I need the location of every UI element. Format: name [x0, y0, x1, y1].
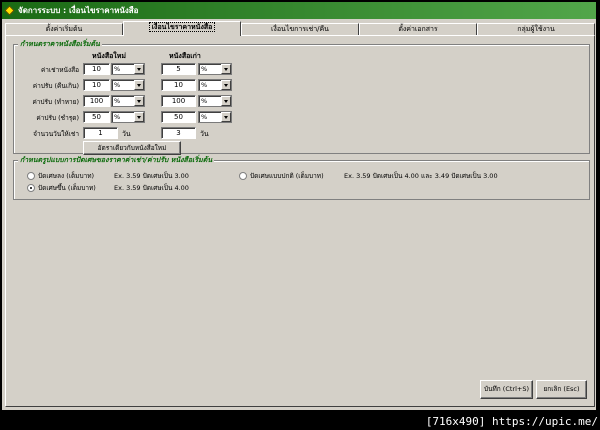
same-as-new-button[interactable]: อัตราเดียวกับหนังสือใหม่ [83, 141, 181, 155]
price-group: กำหนดราคาหนังสือเริ่มต้น หนังสือใหม่ หนั… [13, 39, 590, 155]
rent-old-unit-select[interactable]: % [198, 63, 232, 75]
tab-documents[interactable]: ตั้งค่าเอกสาร [359, 23, 477, 35]
app-diamond-icon [4, 5, 15, 16]
chevron-down-icon[interactable] [134, 80, 144, 90]
save-button[interactable]: บันทึก (Ctrl+S) [480, 380, 533, 399]
damage-fine-old-input[interactable]: 50 [161, 111, 196, 123]
round-down-example: Ex. 3.59 ปัดเศษเป็น 3.00 [114, 172, 189, 180]
rent-new-unit-select[interactable]: % [111, 63, 145, 75]
damage-fine-new-input[interactable]: 50 [83, 111, 110, 123]
tab-rent-return[interactable]: เงื่อนไขการเช่า/คืน [241, 23, 359, 35]
row-label-late-fine: ค่าปรับ (คืนเกิน) [32, 82, 79, 90]
chevron-down-icon[interactable] [221, 112, 231, 122]
late-fine-old-input[interactable]: 10 [161, 79, 196, 91]
chevron-down-icon[interactable] [221, 64, 231, 74]
round-up-example: Ex. 3.59 ปัดเศษเป็น 4.00 [114, 184, 189, 192]
rental-days-old-unit: วัน [200, 130, 209, 138]
row-label-lost-fine: ค่าปรับ (ทำหาย) [32, 98, 79, 106]
rent-old-input[interactable]: 5 [161, 63, 196, 75]
rounding-group-legend: กำหนดรูปแบบการปัดเศษของราคาค่าเช่า/ค่าปร… [18, 155, 215, 166]
row-label-damage-fine: ค่าปรับ (ชำรุด) [36, 114, 79, 122]
tab-user-groups[interactable]: กลุ่มผู้ใช้งาน [477, 23, 595, 35]
chevron-down-icon[interactable] [221, 80, 231, 90]
round-up-label[interactable]: ปัดเศษขึ้น (เต็มบาท) [38, 183, 96, 193]
round-normal-radio[interactable] [239, 172, 247, 180]
window-title: จัดการระบบ : เงื่อนไขราคาหนังสือ [18, 6, 139, 15]
lost-fine-old-input[interactable]: 100 [161, 95, 196, 107]
rent-new-input[interactable]: 10 [83, 63, 110, 75]
cancel-button[interactable]: ยกเลิก (Esc) [536, 380, 587, 399]
tab-defaults[interactable]: ตั้งค่าเริ่มต้น [5, 23, 123, 35]
late-fine-old-unit-select[interactable]: % [198, 79, 232, 91]
image-host-watermark: [716x490] https://upic.me/ [425, 415, 598, 428]
late-fine-new-unit-select[interactable]: % [111, 79, 145, 91]
lost-fine-new-unit-select[interactable]: % [111, 95, 145, 107]
round-normal-label[interactable]: ปัดเศษแบบปกติ (เต็มบาท) [250, 171, 324, 181]
price-group-legend: กำหนดราคาหนังสือเริ่มต้น [18, 39, 102, 50]
app-window: จัดการระบบ : เงื่อนไขราคาหนังสือ ตั้งค่า… [1, 1, 597, 411]
round-normal-example: Ex. 3.59 ปัดเศษเป็น 4.00 และ 3.49 ปัดเศษ… [344, 172, 498, 180]
row-label-rent: ค่าเช่าหนังสือ [40, 66, 79, 74]
tab-strip: ตั้งค่าเริ่มต้น เงื่อนไขราคาหนังสือ เงื่… [5, 21, 595, 36]
chevron-down-icon[interactable] [134, 112, 144, 122]
round-down-radio[interactable] [27, 172, 35, 180]
damage-fine-old-unit-select[interactable]: % [198, 111, 232, 123]
tab-book-price[interactable]: เงื่อนไขราคาหนังสือ [123, 21, 241, 36]
chevron-down-icon[interactable] [134, 96, 144, 106]
row-label-rental-days: จำนวนวันให้เช่า [33, 130, 79, 138]
lost-fine-old-unit-select[interactable]: % [198, 95, 232, 107]
col-header-new: หนังสือใหม่ [92, 52, 126, 60]
rental-days-new-unit: วัน [122, 130, 131, 138]
damage-fine-new-unit-select[interactable]: % [111, 111, 145, 123]
late-fine-new-input[interactable]: 10 [83, 79, 110, 91]
col-header-old: หนังสือเก่า [169, 52, 201, 60]
rental-days-new-input[interactable]: 1 [83, 127, 118, 139]
chevron-down-icon[interactable] [134, 64, 144, 74]
rounding-group: กำหนดรูปแบบการปัดเศษของราคาค่าเช่า/ค่าปร… [13, 155, 590, 200]
chevron-down-icon[interactable] [221, 96, 231, 106]
tab-panel: กำหนดราคาหนังสือเริ่มต้น หนังสือใหม่ หนั… [5, 35, 595, 407]
lost-fine-new-input[interactable]: 100 [83, 95, 110, 107]
round-up-radio[interactable] [27, 184, 35, 192]
title-bar: จัดการระบบ : เงื่อนไขราคาหนังสือ [2, 2, 596, 19]
rental-days-old-input[interactable]: 3 [161, 127, 196, 139]
round-down-label[interactable]: ปัดเศษลง (เต็มบาท) [38, 171, 94, 181]
